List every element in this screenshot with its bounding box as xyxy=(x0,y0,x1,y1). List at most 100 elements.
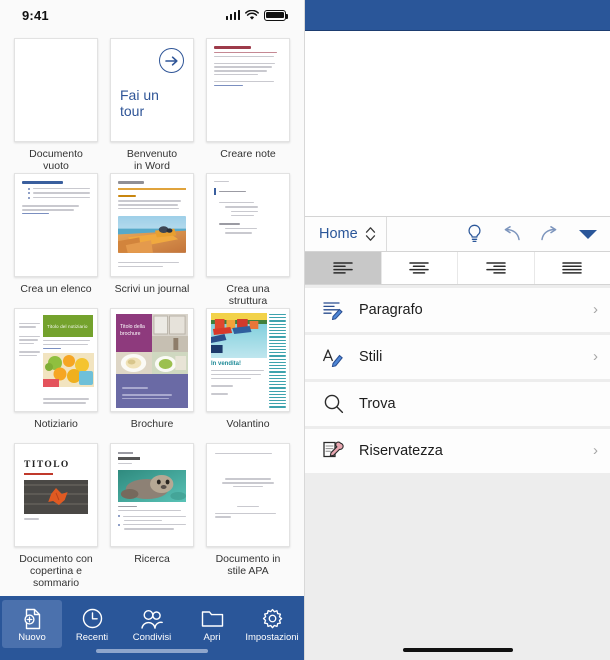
cover-photo-leaf xyxy=(24,480,88,515)
brochure-footer-block xyxy=(116,374,188,408)
template-thumbnail[interactable] xyxy=(206,38,290,142)
template-label: Crea un elenco xyxy=(20,283,92,295)
redo-arrow-icon[interactable] xyxy=(540,225,559,242)
template-tile-brochure[interactable]: Titolo della brochure Brochure xyxy=(106,308,198,443)
undo-arrow-icon[interactable] xyxy=(502,225,521,242)
menu-item-trova[interactable]: Trova xyxy=(305,381,610,426)
menu-item-label: Stili xyxy=(359,348,383,365)
align-justify-button[interactable] xyxy=(535,252,610,284)
template-label: Documento vuoto xyxy=(29,148,83,172)
tab-label: Apri xyxy=(203,632,221,643)
brochure-photo-kitchen xyxy=(152,314,188,352)
brochure-photo-pasta xyxy=(116,352,152,374)
template-thumbnail[interactable] xyxy=(14,173,98,277)
template-thumbnail[interactable]: Fai un tour xyxy=(110,38,194,142)
template-thumbnail[interactable]: TITOLO xyxy=(14,443,98,547)
tab-label: Nuovo xyxy=(18,632,46,643)
status-bar: 9:41 xyxy=(0,0,304,30)
triangle-down-icon[interactable] xyxy=(578,228,598,240)
search-icon xyxy=(321,392,345,416)
app-screen: 9:41 Documento vuoto Fai un tour Benvenu… xyxy=(0,0,610,660)
chevron-up-down-icon[interactable] xyxy=(365,226,376,242)
menu-item-paragrafo[interactable]: Paragrafo › xyxy=(305,287,610,332)
menu-item-label: Paragrafo xyxy=(359,301,423,318)
template-thumbnail[interactable]: Titolo della brochure xyxy=(110,308,194,412)
template-thumbnail[interactable] xyxy=(206,173,290,277)
tab-label: Impostazioni xyxy=(245,632,299,643)
tab-recenti[interactable]: Recenti xyxy=(62,600,122,648)
chevron-right-icon: › xyxy=(593,442,598,459)
ribbon-tab-name: Home xyxy=(319,225,358,242)
template-tile-scrivi-un-journal[interactable]: Scrivi un journal xyxy=(106,173,198,308)
chevron-right-icon: › xyxy=(593,301,598,318)
editor-top-bar xyxy=(305,0,610,31)
template-tile-documento-con-copertina-e-sommario[interactable]: TITOLO Documento con copertina e sommari… xyxy=(10,443,102,589)
tab-label: Condivisi xyxy=(132,632,172,643)
paragraph-format-icon xyxy=(321,298,345,322)
clock-icon xyxy=(80,607,104,630)
status-icons xyxy=(225,9,289,21)
flyer-heading: In vendita! xyxy=(211,361,242,367)
tab-condivisi[interactable]: Condivisi xyxy=(122,600,182,648)
template-thumbnail[interactable] xyxy=(14,38,98,142)
status-time: 9:41 xyxy=(22,7,49,23)
template-label: Documento con copertina e sommario xyxy=(19,553,93,589)
new-document-icon xyxy=(20,607,44,630)
template-thumbnail[interactable] xyxy=(110,443,194,547)
arrow-right-circle-icon xyxy=(159,48,184,73)
home-indicator-left xyxy=(96,648,208,653)
tab-label: Recenti xyxy=(75,632,109,643)
ribbon-tab-selector[interactable]: Home xyxy=(319,216,387,251)
cellular-signal-icon xyxy=(225,10,240,20)
newsletter-heading-block: Titolo del notiziario xyxy=(43,315,93,337)
template-tile-benvenuto-in-word[interactable]: Fai un tour Benvenuto in Word xyxy=(106,38,198,173)
editor-pane: Home Paragrafo › Stili › Trova Riservate… xyxy=(305,0,610,660)
tab-impostazioni[interactable]: Impostazioni xyxy=(242,600,302,648)
align-center-button[interactable] xyxy=(382,251,458,284)
brochure-photo-salad xyxy=(152,352,188,374)
template-thumbnail[interactable] xyxy=(110,173,194,277)
battery-full-icon xyxy=(264,9,289,21)
flyer-photo-boats xyxy=(211,313,267,358)
wifi-icon xyxy=(245,9,259,21)
template-tile-documento-vuoto[interactable]: Documento vuoto xyxy=(10,38,102,173)
brochure-heading: Titolo della brochure xyxy=(120,324,145,337)
template-thumbnail[interactable] xyxy=(206,443,290,547)
template-tile-volantino[interactable]: In vendita! Volantino xyxy=(202,308,294,443)
template-tile-crea-un-elenco[interactable]: Crea un elenco xyxy=(10,173,102,308)
research-photo-otter xyxy=(118,469,186,502)
menu-item-stili[interactable]: Stili › xyxy=(305,334,610,379)
menu-item-label: Trova xyxy=(359,395,396,412)
tab-apri[interactable]: Apri xyxy=(182,600,242,648)
template-tile-notiziario[interactable]: Titolo del notiziario Notiziario xyxy=(10,308,102,443)
format-menu-list: Paragrafo › Stili › Trova Riservatezza › xyxy=(305,284,610,660)
template-tile-crea-una-struttura[interactable]: Crea una struttura xyxy=(202,173,294,308)
template-label: Creare note xyxy=(220,148,276,160)
journal-photo xyxy=(118,215,186,253)
people-icon xyxy=(140,607,164,630)
alignment-toolbar xyxy=(305,251,610,285)
template-label: Crea una struttura xyxy=(226,283,270,307)
menu-item-label: Riservatezza xyxy=(359,442,443,459)
align-left-button[interactable] xyxy=(305,251,382,284)
template-grid: Documento vuoto Fai un tour Benvenuto in Wo… xyxy=(0,30,304,596)
home-indicator-right xyxy=(402,647,513,652)
template-tile-documento-in-stile-apa[interactable]: Documento in stile APA xyxy=(202,443,294,578)
template-thumbnail[interactable]: In vendita! xyxy=(206,308,290,412)
align-right-button[interactable] xyxy=(458,251,535,284)
gear-icon xyxy=(260,607,284,630)
document-canvas[interactable] xyxy=(305,31,610,216)
tab-nuovo[interactable]: Nuovo xyxy=(2,600,62,648)
cover-heading: TITOLO xyxy=(24,460,70,470)
template-thumbnail[interactable]: Titolo del notiziario xyxy=(14,308,98,412)
template-tile-creare-note[interactable]: Creare note xyxy=(202,38,294,173)
lightbulb-icon[interactable] xyxy=(466,224,483,243)
menu-item-riservatezza[interactable]: Riservatezza › xyxy=(305,428,610,473)
styles-icon xyxy=(321,345,345,369)
template-label: Ricerca xyxy=(134,553,170,565)
template-tile-ricerca[interactable]: Ricerca xyxy=(106,443,198,578)
template-label: Volantino xyxy=(226,418,270,430)
tour-text: Fai un tour xyxy=(120,87,159,119)
folder-icon xyxy=(200,607,224,630)
template-label: Scrivi un journal xyxy=(114,283,190,295)
